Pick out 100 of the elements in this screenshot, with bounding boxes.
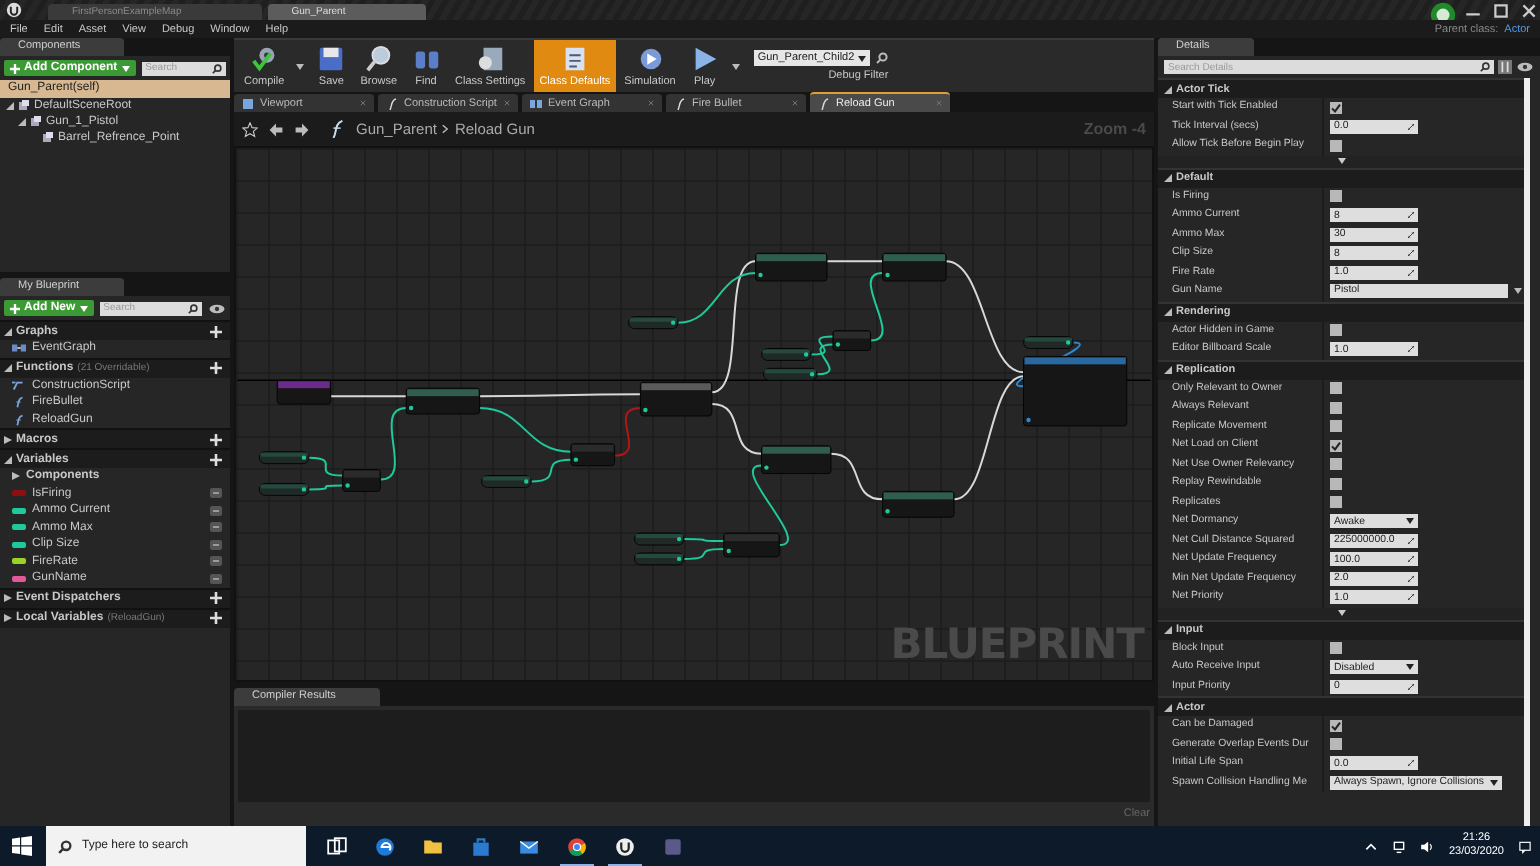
back-arrow-icon[interactable]: [268, 121, 284, 137]
graph-node[interactable]: [723, 532, 780, 558]
eye-icon[interactable]: [1516, 62, 1534, 72]
wire: [751, 464, 789, 546]
variable-node[interactable]: [258, 451, 310, 465]
graph-node[interactable]: [276, 379, 332, 405]
expander-icon[interactable]: [1164, 626, 1172, 634]
notification-icon[interactable]: [1518, 839, 1532, 853]
resize-arrows-icon[interactable]: [1408, 594, 1414, 601]
resize-arrows-icon[interactable]: [1408, 556, 1414, 563]
checkbox[interactable]: [1330, 738, 1342, 751]
wire: [613, 407, 642, 457]
resize-arrows-icon[interactable]: [1408, 212, 1414, 219]
dropdown-caret-icon[interactable]: [1514, 288, 1522, 295]
graph-node[interactable]: [882, 490, 955, 518]
expander-icon[interactable]: [4, 455, 12, 463]
search-icon[interactable]: [876, 52, 889, 64]
function-icon: [818, 97, 830, 109]
checkbox[interactable]: [1330, 190, 1342, 203]
volume-icon[interactable]: [1420, 839, 1435, 853]
graph-node[interactable]: [342, 469, 381, 492]
add-icon[interactable]: [210, 433, 222, 445]
expander-icon[interactable]: [1164, 85, 1172, 93]
checkbox[interactable]: [1330, 477, 1342, 490]
windows-start-icon[interactable]: [12, 836, 32, 856]
variable-node[interactable]: [633, 532, 685, 546]
expander-icon[interactable]: [4, 327, 12, 335]
resize-arrows-icon[interactable]: [1408, 346, 1414, 353]
expander-icon[interactable]: [12, 472, 20, 481]
eye-toggle-icon[interactable]: [210, 505, 222, 516]
expander-icon[interactable]: [4, 594, 12, 602]
resize-arrows-icon[interactable]: [1408, 269, 1414, 276]
checkbox[interactable]: [1330, 496, 1342, 509]
wire: [829, 452, 884, 501]
dropdown-caret-icon[interactable]: [296, 63, 305, 69]
expander-icon[interactable]: [18, 118, 26, 126]
graph-node[interactable]: [832, 330, 872, 351]
expander-icon[interactable]: [6, 102, 14, 110]
graph-node[interactable]: [1023, 355, 1128, 427]
eye-icon[interactable]: [208, 303, 226, 313]
add-icon[interactable]: [210, 612, 222, 624]
graph-node[interactable]: [882, 252, 947, 282]
checkbox[interactable]: [1330, 420, 1342, 433]
checkbox[interactable]: [1330, 139, 1342, 152]
forward-arrow-icon[interactable]: [294, 121, 310, 137]
checkbox[interactable]: [1330, 458, 1342, 471]
checkmark-icon: [1330, 439, 1342, 452]
resize-arrows-icon[interactable]: [1408, 683, 1414, 690]
expander-icon[interactable]: [4, 614, 12, 622]
expander-icon[interactable]: [1164, 366, 1172, 374]
close-icon[interactable]: [1520, 4, 1538, 18]
expander-icon[interactable]: [1164, 308, 1172, 316]
variable-node[interactable]: [763, 367, 818, 381]
variable-node[interactable]: [258, 483, 310, 496]
add-icon[interactable]: [210, 325, 222, 337]
plus-icon: [10, 303, 20, 313]
maximize-icon[interactable]: [1492, 4, 1510, 18]
checkbox[interactable]: [1330, 439, 1342, 452]
variable-node[interactable]: [761, 348, 812, 361]
eye-toggle-icon[interactable]: [210, 488, 222, 499]
expander-icon[interactable]: [4, 364, 12, 372]
resize-arrows-icon[interactable]: [1408, 537, 1414, 544]
checkbox[interactable]: [1330, 642, 1342, 655]
variable-node[interactable]: [628, 316, 679, 330]
search-icon: [1480, 62, 1490, 72]
add-icon[interactable]: [210, 453, 222, 465]
chevron-up-icon[interactable]: [1364, 839, 1379, 853]
graph-node[interactable]: [405, 387, 481, 415]
add-icon[interactable]: [210, 592, 222, 604]
wire: [683, 538, 725, 543]
resize-arrows-icon[interactable]: [1408, 123, 1414, 130]
caret-icon: [121, 65, 130, 71]
eye-toggle-icon[interactable]: [210, 539, 222, 550]
network-icon[interactable]: [1392, 839, 1407, 853]
graph-node[interactable]: [761, 445, 832, 475]
resize-arrows-icon[interactable]: [1408, 760, 1414, 767]
expander-icon[interactable]: [4, 435, 12, 443]
checkbox[interactable]: [1330, 382, 1342, 395]
variable-node[interactable]: [1023, 336, 1074, 349]
variable-node[interactable]: [633, 552, 685, 566]
graph-node[interactable]: [639, 381, 713, 417]
add-icon[interactable]: [210, 362, 222, 374]
checkbox[interactable]: [1330, 101, 1342, 114]
eye-toggle-icon[interactable]: [210, 556, 222, 567]
resize-arrows-icon[interactable]: [1408, 250, 1414, 257]
checkbox[interactable]: [1330, 324, 1342, 337]
graph-node[interactable]: [570, 443, 616, 467]
checkbox[interactable]: [1330, 719, 1342, 732]
checkbox[interactable]: [1330, 401, 1342, 414]
expander-icon[interactable]: [1164, 703, 1172, 711]
expander-icon[interactable]: [1164, 174, 1172, 182]
eye-toggle-icon[interactable]: [210, 522, 222, 533]
columns-icon[interactable]: [1498, 60, 1512, 74]
dropdown-caret-icon[interactable]: [731, 63, 740, 69]
resize-arrows-icon[interactable]: [1408, 231, 1414, 238]
eye-toggle-icon[interactable]: [210, 573, 222, 584]
resize-arrows-icon[interactable]: [1408, 575, 1414, 582]
variable-node[interactable]: [481, 475, 532, 488]
favorite-star-icon[interactable]: [242, 121, 258, 137]
graph-node[interactable]: [755, 252, 828, 282]
